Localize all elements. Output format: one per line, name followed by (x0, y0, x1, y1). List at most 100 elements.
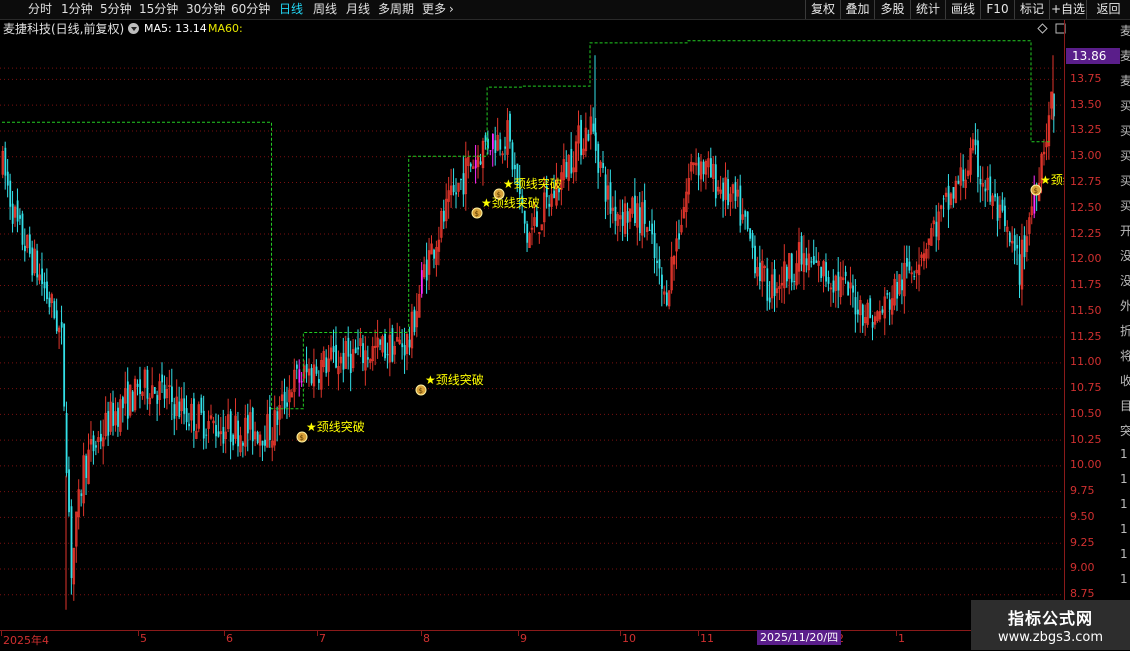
candle-body (604, 174, 607, 202)
period-tab-2[interactable]: 5分钟 (100, 2, 132, 17)
candle-body (984, 188, 987, 192)
candle-body (994, 193, 997, 198)
candle-body (773, 269, 776, 297)
candle-body (509, 113, 511, 142)
more-menu[interactable]: 更多 (422, 2, 446, 17)
candle-body (790, 253, 793, 283)
price-tick-label: 12.25 (1070, 226, 1102, 240)
candle-body (46, 281, 48, 300)
ma60-line (2, 40, 1050, 410)
candle-body (247, 415, 249, 434)
side-text-char: 没 (1120, 249, 1130, 263)
candle-body (825, 262, 827, 282)
breakout-annotation: ★颈线突破 (503, 176, 562, 191)
candle-body (70, 506, 73, 579)
toolbar-button-8[interactable]: 返回 (1086, 0, 1130, 19)
period-tab-9[interactable]: 多周期 (378, 2, 414, 17)
side-text-char: 1 (1120, 447, 1128, 461)
price-tick-label: 13.00 (1070, 149, 1102, 163)
period-tab-0[interactable]: 分时 (28, 2, 52, 17)
candle-body (812, 256, 815, 265)
candle-body (391, 328, 394, 362)
candle-body (117, 407, 119, 427)
candle-body (462, 173, 465, 195)
candle-body (1023, 235, 1026, 258)
candle-body (793, 281, 796, 283)
period-tab-5[interactable]: 60分钟 (231, 2, 270, 17)
candle-body (727, 179, 729, 206)
candle-body (425, 259, 428, 281)
candle-body (202, 410, 205, 439)
period-tab-6[interactable]: 日线 (279, 2, 303, 17)
breakout-annotation: ★颈线突破 (481, 195, 540, 210)
period-tab-1[interactable]: 1分钟 (61, 2, 93, 17)
watermark-title: 指标公式网 (1007, 609, 1093, 628)
candle-body (386, 354, 389, 356)
period-tab-7[interactable]: 周线 (313, 2, 337, 17)
candle-body (286, 402, 288, 407)
toolbar-button-5[interactable]: F10 (980, 0, 1014, 19)
candle-body (759, 262, 761, 282)
candle-body (653, 233, 656, 259)
candle-body (43, 281, 46, 289)
candle-body (256, 431, 259, 443)
candle-body (31, 247, 34, 276)
candle-body (754, 245, 756, 274)
candle-body (357, 347, 360, 350)
candle-body (881, 309, 884, 313)
candle-body (1001, 199, 1004, 211)
candle-body (935, 221, 938, 237)
candle-body (276, 411, 279, 425)
time-tick-label: 9 (520, 632, 527, 645)
candle-body (861, 304, 864, 326)
candle-body (714, 164, 717, 199)
candlestick-chart[interactable]: $★颈线突破$★颈线突破$★颈线突破$★颈线突破$★颈线 (0, 20, 1064, 630)
toolbar-button-2[interactable]: 多股 (874, 0, 910, 19)
candle-body (173, 404, 176, 419)
candle-body (656, 260, 658, 264)
candle-body (739, 185, 742, 226)
candle-body (805, 258, 808, 266)
candle-body (1013, 235, 1016, 251)
period-tab-8[interactable]: 月线 (346, 2, 370, 17)
candle-body (827, 276, 830, 284)
period-tab-3[interactable]: 15分钟 (139, 2, 178, 17)
period-tab-4[interactable]: 30分钟 (186, 2, 225, 17)
side-text-char: 买 (1120, 174, 1130, 188)
candle-body (474, 159, 477, 169)
candle-body (237, 420, 239, 447)
toolbar-button-3[interactable]: 统计 (910, 0, 945, 19)
chevron-right-icon[interactable]: › (449, 2, 454, 17)
candle-body (857, 309, 859, 315)
candle-body (678, 233, 680, 240)
candle-body (469, 163, 472, 167)
candle-body (565, 162, 568, 178)
candle-body (296, 364, 298, 369)
candle-body (499, 139, 502, 150)
candle-body (41, 268, 43, 284)
candle-body (844, 271, 847, 277)
candle-body (847, 282, 850, 296)
side-text-char: 收 (1120, 374, 1130, 388)
candle-body (443, 210, 445, 222)
price-tick-label: 9.00 (1070, 561, 1095, 575)
toolbar-button-7[interactable]: +自选 (1049, 0, 1086, 19)
toolbar-button-1[interactable]: 叠加 (840, 0, 874, 19)
toolbar-button-4[interactable]: 画线 (945, 0, 980, 19)
candle-body (215, 424, 217, 437)
breakout-annotation: ★颈线突破 (306, 419, 365, 434)
candle-body (36, 250, 39, 278)
candle-body (800, 235, 803, 265)
candle-body (65, 413, 68, 474)
toolbar-button-0[interactable]: 复权 (805, 0, 840, 19)
candle-body (28, 234, 31, 254)
toolbar-button-6[interactable]: 标记 (1014, 0, 1049, 19)
time-tick-label: 11 (700, 632, 714, 645)
candle-body (156, 395, 159, 404)
side-text-char: 折 (1120, 324, 1130, 338)
money-bag-mark: $ (475, 210, 479, 218)
price-tick-label: 13.25 (1070, 123, 1102, 137)
candle-body (146, 369, 149, 399)
candle-body (242, 442, 244, 446)
candle-body (222, 426, 225, 444)
